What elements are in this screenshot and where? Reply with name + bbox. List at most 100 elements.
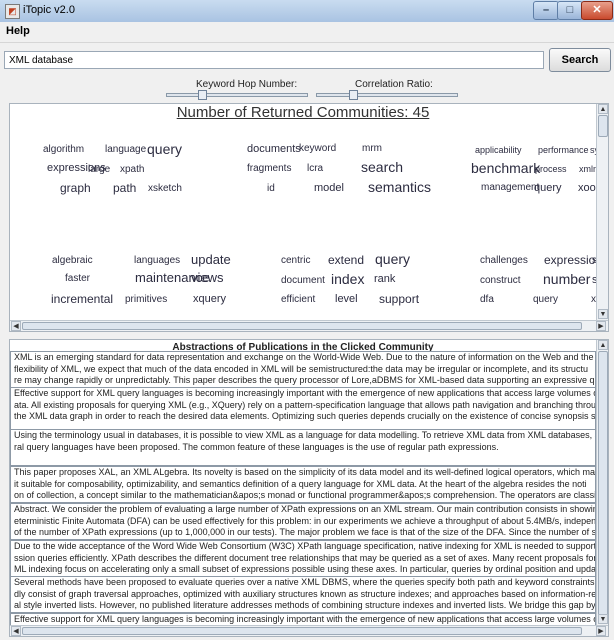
- abstract-line: XML is an emerging standard for data rep…: [14, 352, 595, 362]
- community-keyword[interactable]: number: [543, 271, 590, 287]
- community-keyword[interactable]: mrm: [362, 143, 382, 154]
- scroll-down-icon[interactable]: ▼: [598, 614, 608, 624]
- horizontal-scroll-thumb[interactable]: [22, 322, 582, 330]
- window-title: iTopic v2.0: [23, 4, 75, 16]
- community-keyword[interactable]: update: [191, 252, 231, 267]
- correlation-ratio-slider[interactable]: [316, 93, 458, 97]
- community-keyword[interactable]: extend: [328, 253, 364, 267]
- maximize-button[interactable]: □: [557, 1, 583, 20]
- correlation-ratio-slider-thumb[interactable]: [349, 90, 358, 100]
- abstract-item[interactable]: Several methods have been proposed to ev…: [10, 576, 596, 613]
- scroll-down-icon[interactable]: ▼: [598, 309, 608, 319]
- minimize-button[interactable]: –: [533, 1, 559, 20]
- keyword-hop-slider[interactable]: [166, 93, 308, 97]
- scroll-left-icon[interactable]: ◀: [11, 626, 21, 636]
- title-bar[interactable]: ◩ iTopic v2.0 – □ ✕: [0, 0, 614, 23]
- community-keyword[interactable]: xoo: [578, 182, 596, 194]
- abstract-line: This paper proposes XAL, an XML ALgebra.…: [14, 467, 595, 477]
- abstract-line: it suitable for composability, optimizab…: [14, 478, 587, 489]
- community-keyword[interactable]: query: [375, 251, 410, 267]
- community-keyword[interactable]: process: [535, 164, 567, 174]
- communities-vertical-scrollbar[interactable]: ▲ ▼: [596, 104, 608, 320]
- abstract-line: Abstract. We consider the problem of eva…: [14, 504, 595, 514]
- community-keyword[interactable]: benchmark: [471, 160, 540, 176]
- correlation-ratio-label: Correlation Ratio:: [355, 79, 433, 90]
- community-keyword[interactable]: support: [379, 292, 419, 306]
- abstract-item[interactable]: Abstract. We consider the problem of eva…: [10, 503, 596, 540]
- scroll-up-icon[interactable]: ▲: [598, 340, 608, 350]
- community-keyword[interactable]: document: [281, 275, 325, 286]
- abstractions-vertical-scrollbar[interactable]: ▲ ▼: [596, 340, 608, 625]
- community-keyword[interactable]: views: [191, 270, 224, 285]
- abstract-line: Several methods have been proposed to ev…: [14, 577, 595, 587]
- vertical-scroll-thumb[interactable]: [598, 115, 608, 137]
- abstract-line: Effective support for XML query language…: [14, 614, 595, 624]
- scroll-left-icon[interactable]: ◀: [11, 321, 21, 331]
- keyword-hop-slider-thumb[interactable]: [198, 90, 207, 100]
- community-keyword[interactable]: index: [331, 271, 364, 287]
- community-keyword[interactable]: performance: [538, 145, 589, 155]
- close-button[interactable]: ✕: [581, 1, 613, 20]
- keyword-hop-label: Keyword Hop Number:: [196, 79, 298, 90]
- community-keyword[interactable]: graph: [60, 181, 91, 195]
- abstractions-horizontal-scrollbar[interactable]: ◀ ▶: [10, 625, 608, 636]
- community-keyword[interactable]: algebraic: [52, 255, 93, 266]
- vertical-scroll-thumb[interactable]: [598, 351, 608, 616]
- community-keyword[interactable]: primitives: [125, 294, 167, 305]
- community-keyword[interactable]: query: [147, 141, 182, 157]
- abstract-line: al style inverted lists. However, no pub…: [14, 600, 595, 610]
- abstract-line: the XML data graph in order to reach the…: [14, 411, 595, 421]
- community-keyword[interactable]: centric: [281, 255, 310, 266]
- community-keyword[interactable]: applicability: [475, 145, 522, 155]
- abstract-item[interactable]: Due to the wide acceptance of the Word W…: [10, 540, 596, 577]
- abstract-line: re may change rapidly or unpredictably. …: [14, 375, 595, 385]
- community-keyword[interactable]: xquery: [193, 293, 226, 305]
- community-keyword[interactable]: documents: [247, 143, 301, 155]
- community-keyword[interactable]: search: [361, 159, 403, 175]
- community-keyword[interactable]: query: [534, 182, 562, 194]
- abstract-item[interactable]: This paper proposes XAL, an XML ALgebra.…: [10, 466, 596, 503]
- community-keyword[interactable]: algorithm: [43, 144, 84, 155]
- community-keyword[interactable]: id: [267, 183, 275, 194]
- abstract-item[interactable]: Using the terminology usual in databases…: [10, 429, 596, 466]
- community-keyword[interactable]: languages: [134, 255, 180, 266]
- community-keyword[interactable]: management: [481, 182, 539, 193]
- abstract-item[interactable]: XML is an emerging standard for data rep…: [10, 351, 596, 388]
- abstractions-panel: Abstractions of Publications in the Clic…: [9, 339, 609, 637]
- abstract-line: Due to the wide acceptance of the Word W…: [14, 541, 595, 551]
- community-keyword[interactable]: xpath: [120, 164, 144, 175]
- abstract-line: ML indexing focus on accelerating only a…: [14, 564, 595, 574]
- abstract-line: eterministic Finite Automata (DFA) can b…: [14, 515, 595, 526]
- community-keyword[interactable]: faster: [65, 273, 90, 284]
- community-keyword[interactable]: xsketch: [148, 183, 182, 194]
- abstract-line: ata. All existing proposals for querying…: [14, 399, 595, 410]
- community-keyword[interactable]: lcra: [307, 163, 323, 174]
- menu-help[interactable]: Help: [6, 25, 30, 37]
- community-keyword[interactable]: keyword: [299, 143, 336, 154]
- community-keyword[interactable]: incremental: [51, 292, 113, 306]
- community-keyword[interactable]: dfa: [480, 294, 494, 305]
- community-keyword[interactable]: large: [88, 164, 110, 175]
- community-keyword[interactable]: construct: [480, 275, 521, 286]
- community-keyword[interactable]: level: [335, 293, 358, 305]
- scroll-right-icon[interactable]: ▶: [596, 321, 606, 331]
- community-keyword[interactable]: language: [105, 144, 146, 155]
- abstract-line: on of collection, a concept similar to t…: [14, 490, 595, 500]
- abstract-line: flexibility of XML, we expect that much …: [14, 363, 588, 374]
- search-input[interactable]: [4, 51, 544, 69]
- community-keyword[interactable]: model: [314, 182, 344, 194]
- scroll-up-icon[interactable]: ▲: [598, 104, 608, 114]
- community-keyword[interactable]: semantics: [368, 179, 431, 195]
- community-keyword[interactable]: rank: [374, 273, 395, 285]
- community-keyword[interactable]: efficient: [281, 294, 315, 305]
- community-keyword[interactable]: path: [113, 181, 136, 195]
- community-keyword[interactable]: query: [533, 294, 558, 305]
- abstract-item[interactable]: Effective support for XML query language…: [10, 387, 596, 430]
- communities-horizontal-scrollbar[interactable]: ◀ ▶: [10, 320, 608, 331]
- scroll-right-icon[interactable]: ▶: [596, 626, 606, 636]
- community-keyword[interactable]: challenges: [480, 255, 528, 266]
- horizontal-scroll-thumb[interactable]: [22, 627, 582, 635]
- community-keyword[interactable]: fragments: [247, 163, 291, 174]
- abstract-line: dly consist of graph traversal approache…: [14, 588, 595, 599]
- search-button[interactable]: Search: [549, 48, 611, 72]
